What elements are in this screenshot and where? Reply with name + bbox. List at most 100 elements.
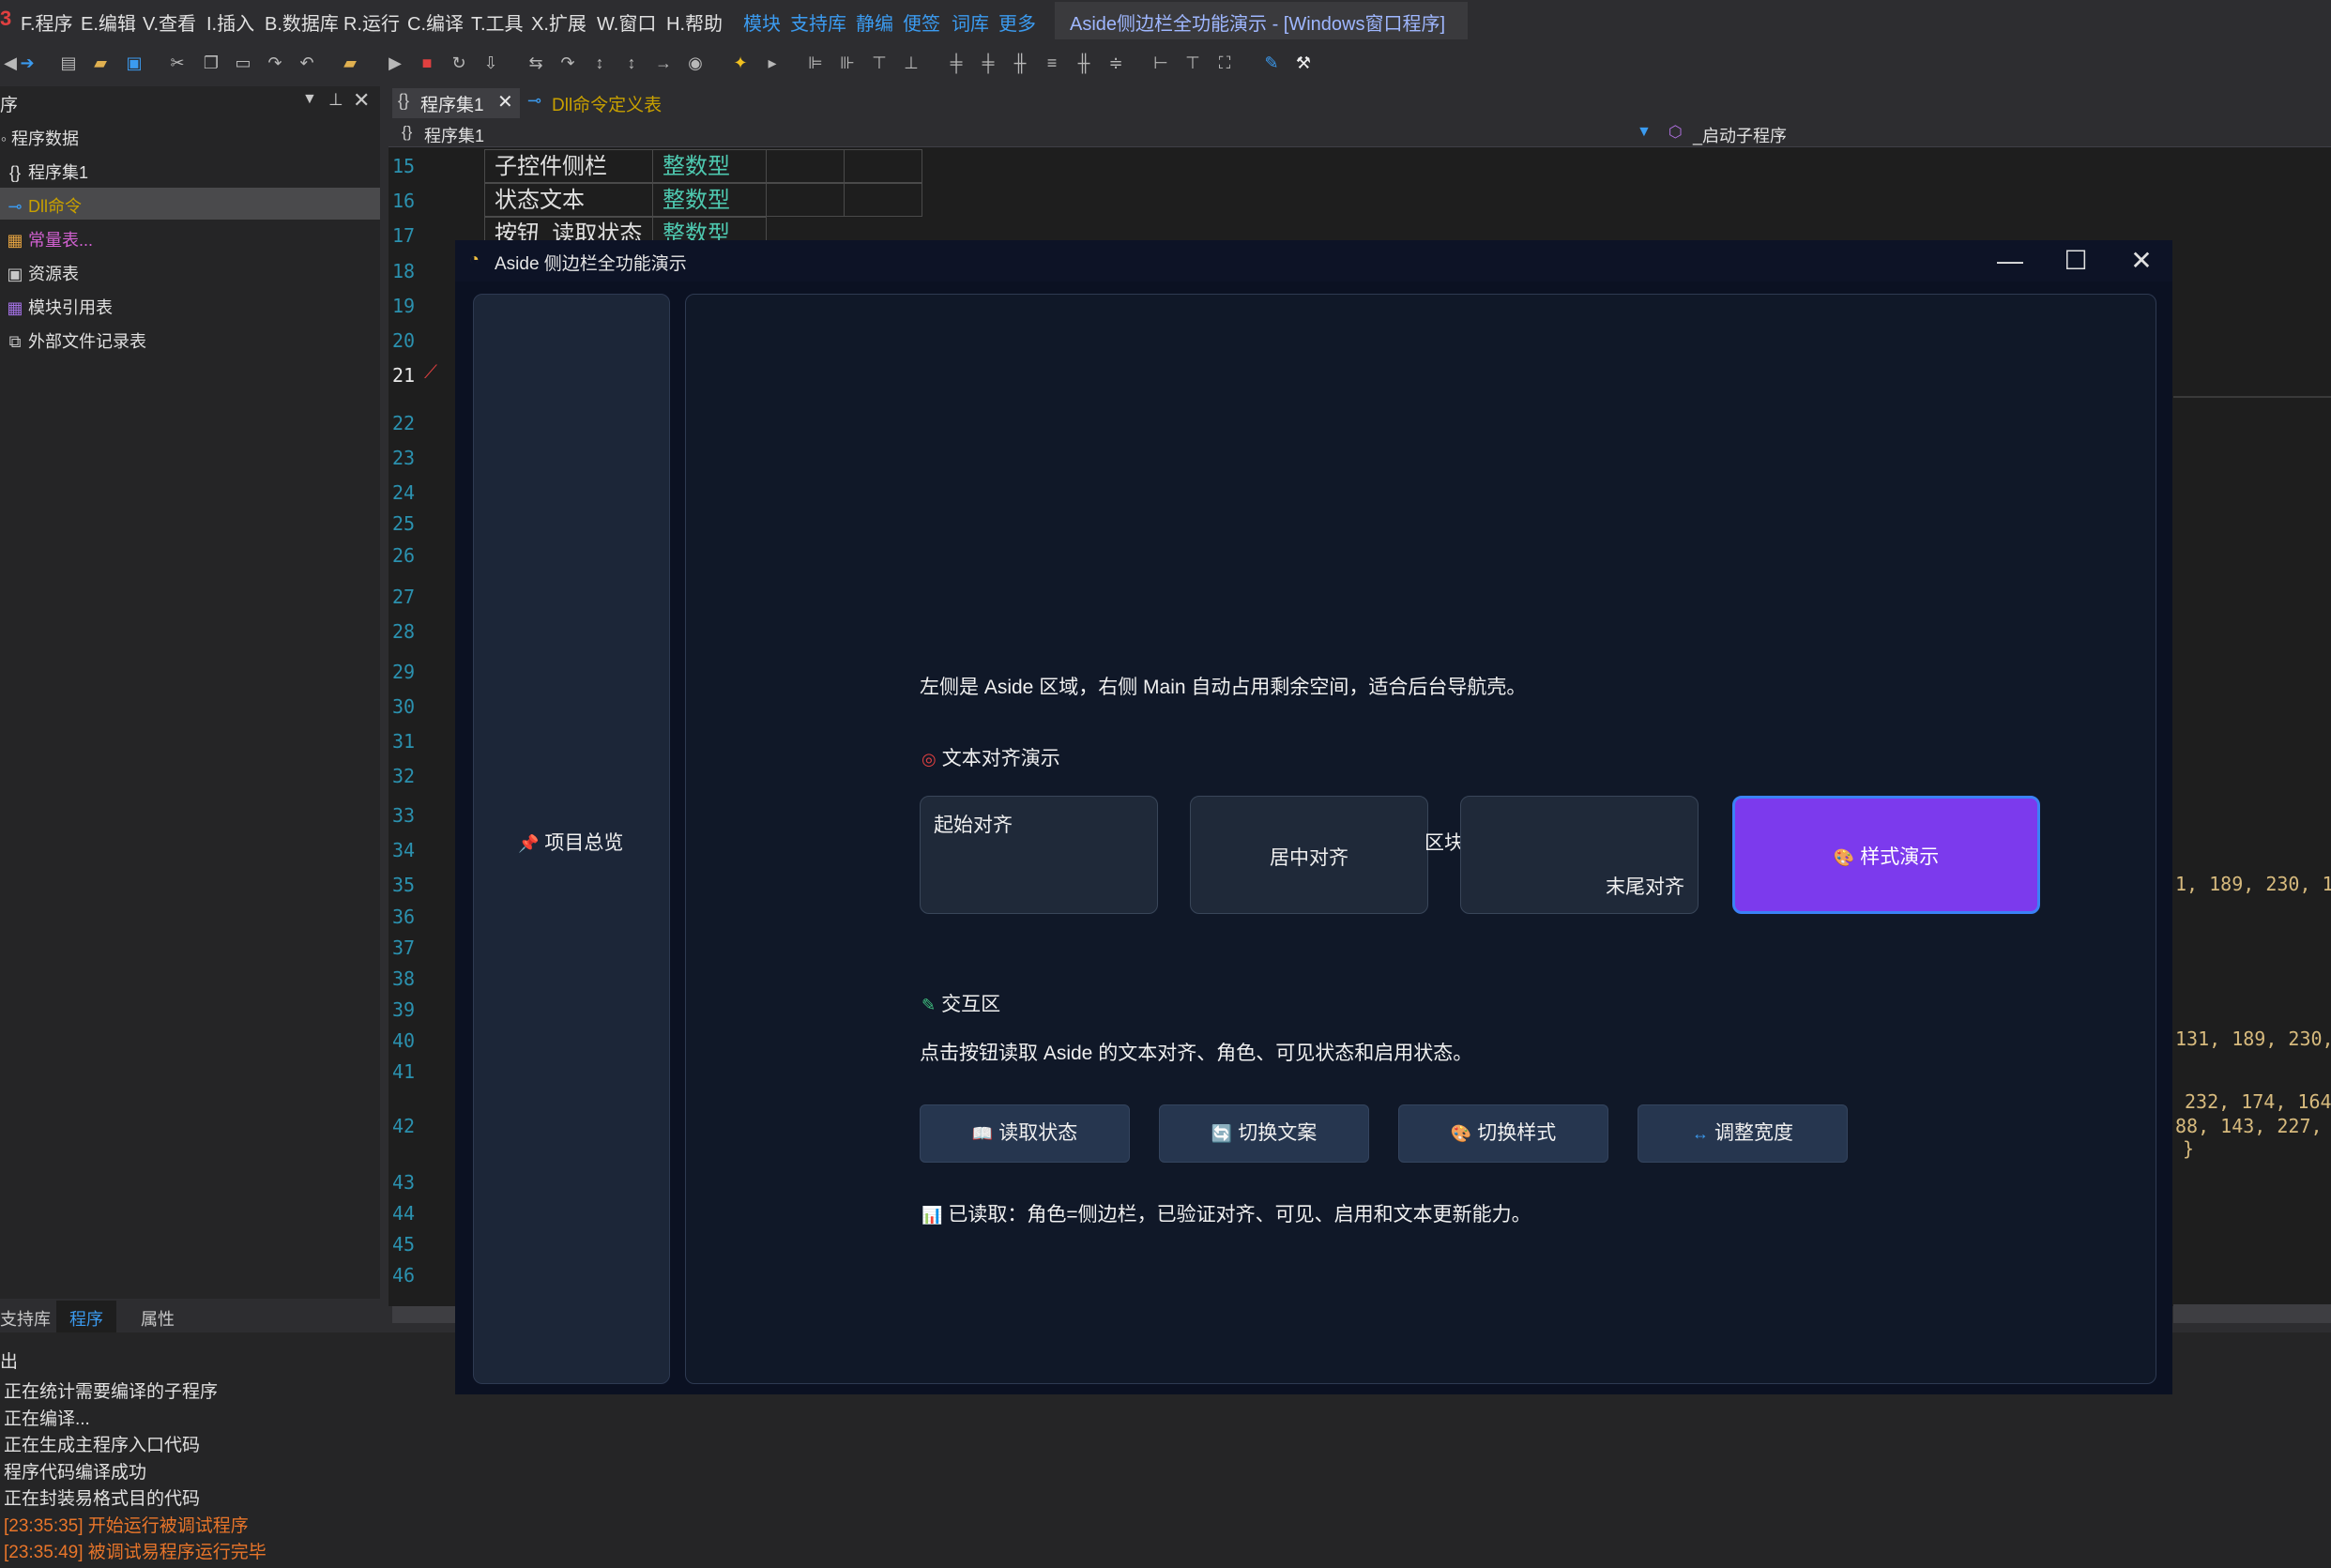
toggle-text-button[interactable]: 🔄 切换文案 — [1159, 1104, 1369, 1163]
doc-tab-dll[interactable]: Dll命令定义表 — [552, 91, 662, 116]
maximize-icon[interactable]: ☐ — [2048, 242, 2104, 280]
stop-icon[interactable]: ■ — [417, 53, 437, 73]
menu-edit[interactable]: E.编辑 — [81, 8, 136, 36]
tree-item-external-files[interactable]: ⧉ 外部文件记录表 — [6, 328, 146, 353]
tree-item-assembly[interactable]: {} 程序集1 — [6, 160, 88, 184]
table-cell-type[interactable]: 整数型 — [652, 149, 767, 183]
find-icon[interactable]: ▰ — [340, 53, 360, 73]
align-box-end[interactable]: 末尾对齐 — [1460, 796, 1699, 914]
braces-icon: {} — [8, 163, 22, 182]
tree-item-module-refs[interactable]: ▦ 模块引用表 — [6, 295, 113, 319]
align-box-center[interactable]: 居中对齐 — [1190, 796, 1428, 914]
link-module[interactable]: 模块 — [743, 8, 781, 36]
table-cell-empty[interactable] — [844, 183, 922, 217]
tip-icon[interactable]: ▸ — [762, 53, 783, 73]
scrollbar-thumb[interactable] — [392, 1306, 458, 1323]
menu-insert[interactable]: I.插入 — [206, 8, 254, 36]
magic-wand-icon[interactable]: ✎ — [1261, 53, 1282, 73]
same-width-icon[interactable]: ⊢ — [1150, 53, 1171, 73]
menu-view[interactable]: V.查看 — [143, 8, 196, 36]
tree-item-program-data[interactable]: ◦ 程序数据 — [0, 126, 79, 150]
link-static-compile[interactable]: 静编 — [856, 8, 893, 36]
table-cell-empty[interactable] — [844, 149, 922, 183]
menu-run[interactable]: R.运行 — [343, 8, 400, 36]
menu-help[interactable]: H.帮助 — [666, 8, 723, 36]
restart-icon[interactable]: ↻ — [449, 53, 469, 73]
table-cell-empty[interactable] — [766, 149, 845, 183]
target-icon: ◎ — [922, 750, 937, 769]
menu-extend[interactable]: X.扩展 — [531, 8, 587, 36]
tab-support-lib[interactable]: 支持库 — [0, 1306, 51, 1331]
compile-icon[interactable]: ⇩ — [480, 53, 501, 73]
breakpoint-icon[interactable]: ◉ — [685, 53, 706, 73]
copy-icon[interactable]: ❐ — [201, 53, 221, 73]
align-left-icon[interactable]: ⊫ — [805, 53, 826, 73]
link-more[interactable]: 更多 — [998, 8, 1036, 36]
link-notes[interactable]: 便签 — [903, 8, 940, 36]
menu-tools[interactable]: T.工具 — [471, 8, 524, 36]
menu-file[interactable]: F.程序 — [21, 8, 73, 36]
horizontal-scrollbar[interactable] — [2173, 1304, 2331, 1323]
align-bottom-icon[interactable]: ⊥ — [901, 53, 922, 73]
same-size-icon[interactable]: ⊤ — [1182, 53, 1203, 73]
chevron-down-icon[interactable]: ▼ — [1637, 124, 1652, 141]
align-box-text: 居中对齐 — [1270, 847, 1348, 869]
link-dictionary[interactable]: 词库 — [952, 8, 989, 36]
step-icon[interactable]: ⇆ — [526, 53, 546, 73]
tab-program[interactable]: 程序 — [69, 1306, 103, 1331]
run-to-icon[interactable]: → — [653, 53, 674, 73]
demo-window-titlebar[interactable] — [455, 240, 2172, 282]
close-icon[interactable]: ✕ — [2113, 242, 2170, 280]
output-run-line: [23:35:35] 开始运行被调试程序 — [4, 1516, 249, 1536]
lightbulb-icon[interactable]: ✦ — [730, 53, 751, 73]
undo-icon[interactable]: ↶ — [297, 53, 317, 73]
align-right-icon[interactable]: ⊪ — [837, 53, 858, 73]
link-support-lib[interactable]: 支持库 — [790, 8, 846, 36]
forward-icon[interactable]: ➔ — [17, 53, 38, 73]
style-demo-button[interactable]: 🎨 样式演示 — [1732, 796, 2040, 914]
align-center-h-icon[interactable]: ╪ — [978, 53, 998, 73]
table-cell-type[interactable]: 整数型 — [652, 183, 767, 217]
dll-icon: ⊸ — [527, 91, 542, 110]
new-file-icon[interactable]: ▤ — [58, 53, 79, 73]
table-cell-name[interactable]: 状态文本 — [484, 183, 653, 217]
close-tab-icon[interactable]: ✕ — [497, 90, 513, 114]
align-middle-icon[interactable]: ╫ — [1010, 53, 1030, 73]
menu-compile[interactable]: C.编译 — [407, 8, 464, 36]
table-cell-name[interactable]: 子控件侧栏 — [484, 149, 653, 183]
distribute-v-icon[interactable]: ╫ — [1074, 53, 1094, 73]
menu-database[interactable]: B.数据库 — [265, 8, 339, 36]
distribute-h-icon[interactable]: ≡ — [1042, 53, 1062, 73]
panel-dropdown-icon[interactable]: ▼ — [302, 91, 317, 108]
nav-subroutine-select[interactable]: _启动子程序 — [1693, 123, 1787, 147]
save-icon[interactable]: ▣ — [124, 53, 145, 73]
paste-icon[interactable]: ▭ — [233, 53, 253, 73]
step-over-icon[interactable]: ↷ — [557, 53, 578, 73]
minimize-icon[interactable]: — — [1982, 242, 2038, 280]
toggle-style-button[interactable]: 🎨 切换样式 — [1398, 1104, 1608, 1163]
tools-icon[interactable]: ⚒ — [1293, 53, 1314, 73]
dll-icon: ⊸ — [8, 197, 23, 216]
close-panel-icon[interactable]: ✕ — [353, 88, 370, 113]
menu-window[interactable]: W.窗口 — [597, 8, 656, 36]
nav-assembly-select[interactable]: 程序集1 — [424, 123, 484, 147]
cut-icon[interactable]: ✂ — [167, 53, 188, 73]
tree-item-dll-command[interactable]: ⊸ Dll命令 — [6, 193, 82, 218]
run-icon[interactable]: ▶ — [385, 53, 405, 73]
tab-properties[interactable]: 属性 — [141, 1306, 175, 1331]
tree-item-constants[interactable]: ▦ 常量表... — [6, 227, 93, 251]
adjust-width-button[interactable]: ↔ 调整宽度 — [1638, 1104, 1848, 1163]
read-state-button[interactable]: 📖 读取状态 — [920, 1104, 1130, 1163]
tree-item-resources[interactable]: ▣ 资源表 — [6, 261, 79, 285]
step-into-icon[interactable]: ↕ — [589, 53, 610, 73]
align-center-v-icon[interactable]: ╪ — [946, 53, 967, 73]
step-out-icon[interactable]: ↕ — [621, 53, 642, 73]
align-top-icon[interactable]: ⊤ — [869, 53, 890, 73]
align-box-start[interactable]: 起始对齐 — [920, 796, 1158, 914]
redo-icon[interactable]: ↷ — [265, 53, 285, 73]
same-height-icon[interactable]: ≑ — [1105, 53, 1126, 73]
fit-icon[interactable]: ⛶ — [1214, 53, 1235, 73]
table-cell-empty[interactable] — [766, 183, 845, 217]
pin-icon[interactable]: ⊥ — [328, 90, 343, 110]
open-folder-icon[interactable]: ▰ — [90, 53, 111, 73]
